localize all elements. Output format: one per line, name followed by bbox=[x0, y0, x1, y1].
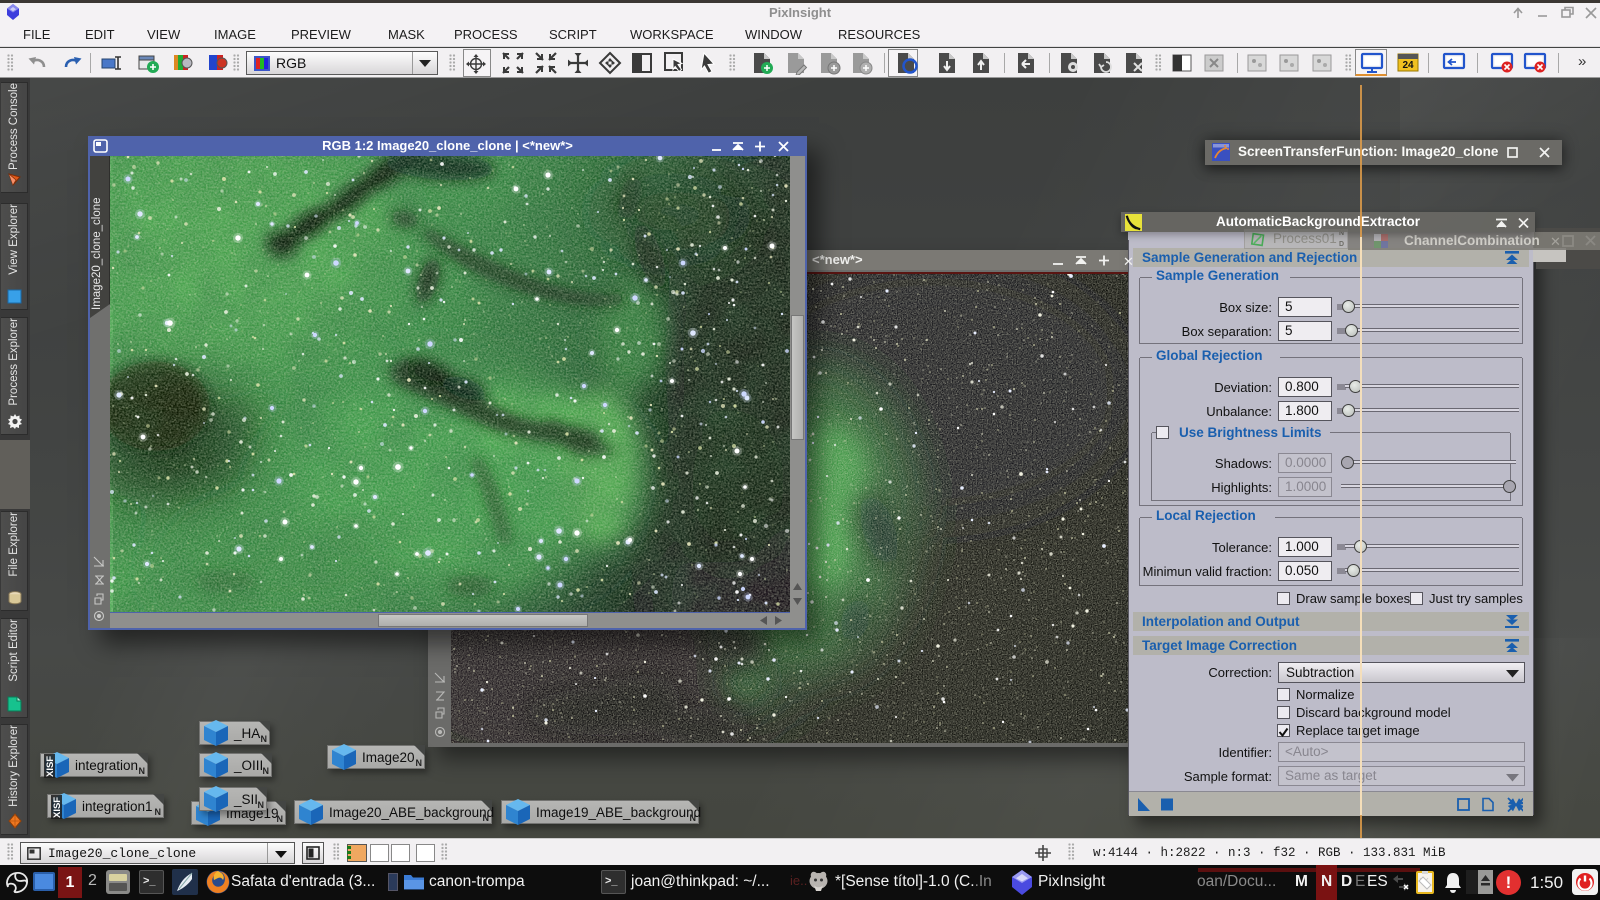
svg-text:XISF: XISF bbox=[45, 756, 56, 777]
svg-text:XISF: XISF bbox=[52, 797, 63, 818]
svg-text:24: 24 bbox=[1402, 60, 1414, 71]
